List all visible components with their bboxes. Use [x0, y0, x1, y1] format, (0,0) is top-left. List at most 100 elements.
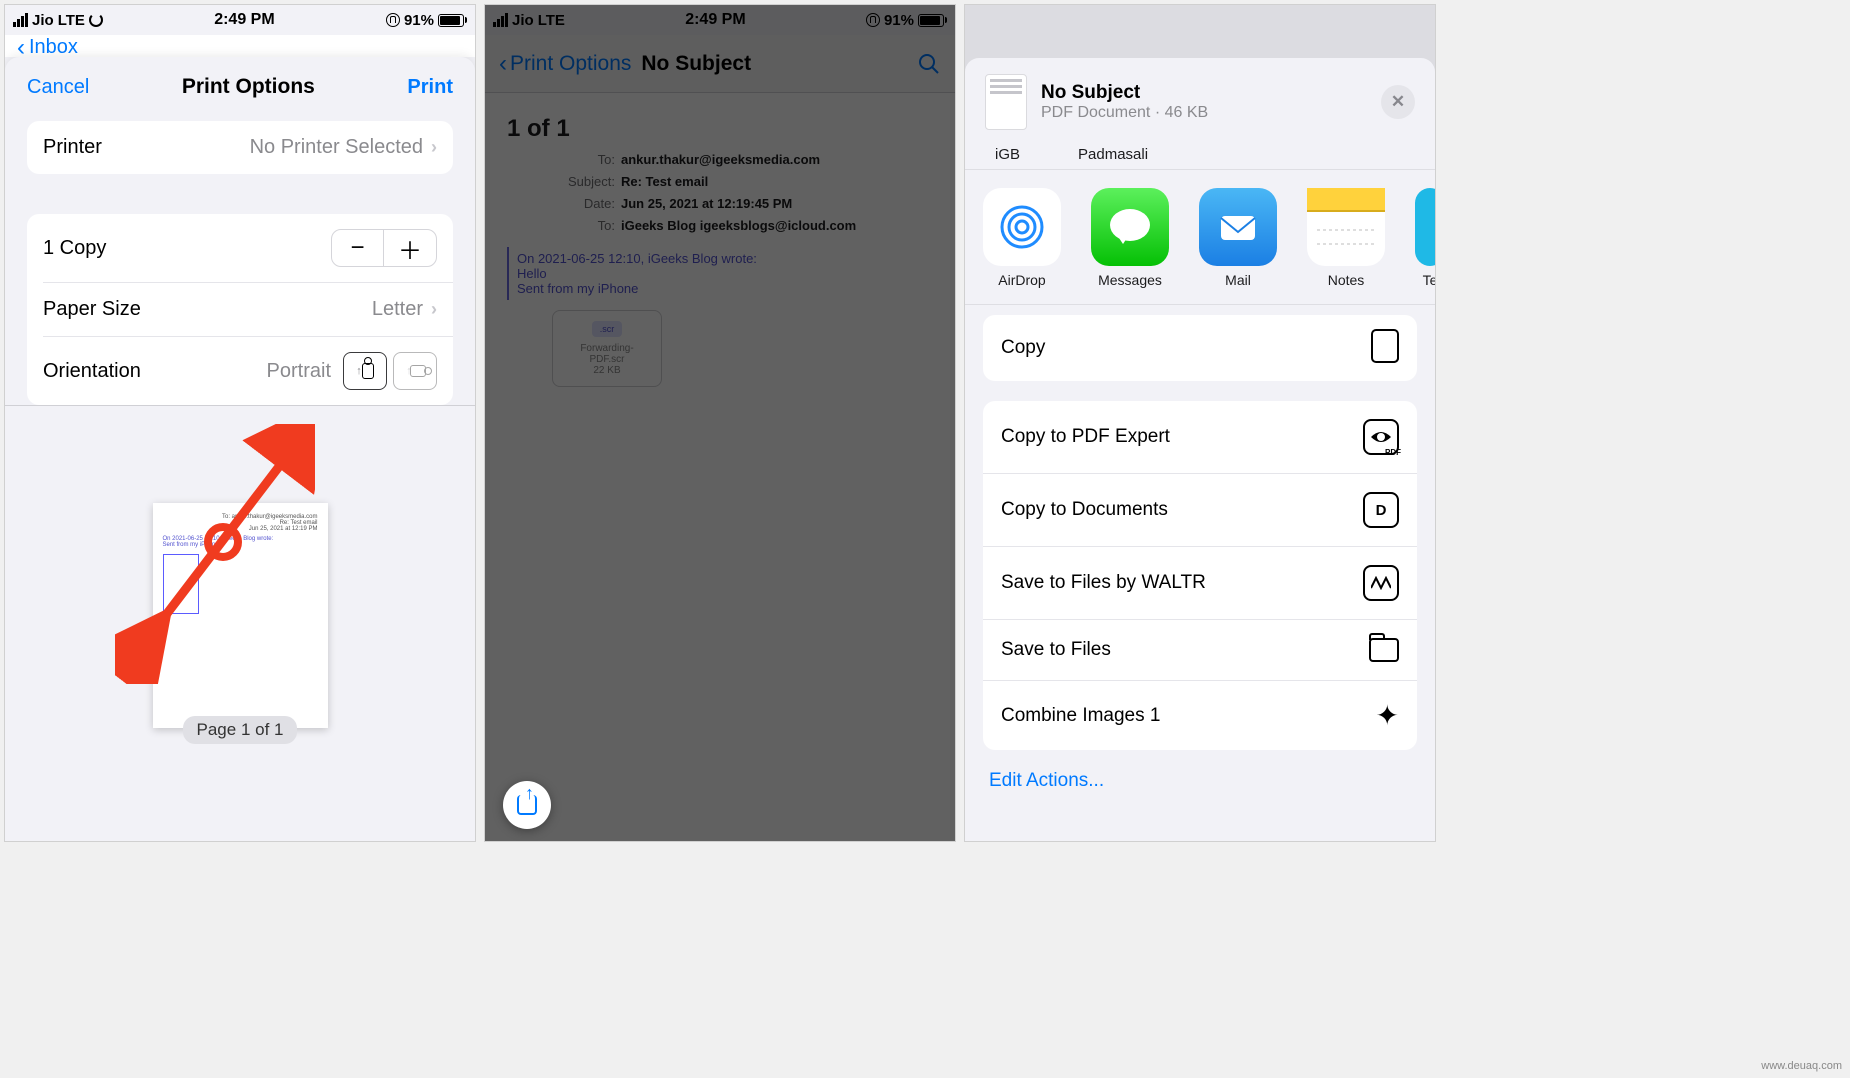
network-label: LTE — [538, 12, 565, 29]
attachment-box: .scr Forwarding-PDF.scr 22 KB — [552, 310, 662, 387]
notes-icon — [1307, 188, 1385, 266]
document-subtitle: PDF Document · 46 KB — [1041, 104, 1208, 122]
copies-stepper[interactable]: − ＋ — [331, 229, 437, 267]
action-save-files[interactable]: Save to Files — [983, 619, 1417, 680]
print-button[interactable]: Print — [407, 76, 453, 99]
action-label: Combine Images 1 — [1001, 705, 1160, 727]
share-mail[interactable]: Mail — [1199, 188, 1277, 288]
share-airdrop[interactable]: AirDrop — [983, 188, 1061, 288]
action-waltr[interactable]: Save to Files by WALTR — [983, 546, 1417, 619]
document-title: No Subject — [1041, 82, 1208, 104]
page-count-badge: Page 1 of 1 — [183, 716, 298, 744]
copy-icon — [1375, 333, 1399, 363]
messages-icon — [1091, 188, 1169, 266]
minus-button[interactable]: − — [332, 230, 384, 266]
battery-icon — [438, 14, 467, 27]
mail-icon — [1199, 188, 1277, 266]
paper-size-label: Paper Size — [43, 298, 141, 321]
paper-size-value: Letter — [372, 298, 423, 321]
quoted-reply: On 2021-06-25 12:10, iGeeks Blog wrote: … — [507, 247, 767, 300]
cancel-button[interactable]: Cancel — [27, 76, 89, 99]
printer-card[interactable]: Printer No Printer Selected › — [27, 121, 453, 174]
orientation-segmented[interactable]: ↑ ↑ — [343, 352, 437, 390]
rotation-lock-icon — [386, 13, 400, 27]
chevron-right-icon: › — [431, 299, 437, 320]
edit-actions-link[interactable]: Edit Actions... — [965, 760, 1435, 810]
actions-card: Copy to PDF Expert PDF Copy to Documents… — [983, 401, 1417, 750]
close-button[interactable]: ✕ — [1381, 85, 1415, 119]
sheet-header: No Subject PDF Document · 46 KB ✕ — [965, 58, 1435, 144]
screen-pdf-quicklook: Jio LTE 2:49 PM 91% ‹ Print Options No S… — [484, 4, 956, 842]
orientation-row: Orientation Portrait ↑ ↑ — [27, 337, 453, 405]
action-pdf-expert[interactable]: Copy to PDF Expert PDF — [983, 401, 1417, 473]
paper-size-row[interactable]: Paper Size Letter › — [27, 283, 453, 336]
person-icon — [410, 365, 426, 377]
share-targets-row[interactable]: AirDrop Messages Mail Notes — [965, 170, 1435, 304]
action-label: Copy to Documents — [1001, 499, 1168, 521]
close-icon: ✕ — [1391, 92, 1405, 112]
share-icon: ↑ — [517, 795, 537, 815]
rotation-lock-icon — [866, 13, 880, 27]
search-icon[interactable] — [917, 52, 941, 76]
back-label: Print Options — [510, 52, 631, 76]
folder-icon — [1369, 638, 1399, 662]
contact-item[interactable]: iGB — [995, 146, 1020, 163]
orientation-value: Portrait — [267, 360, 331, 383]
back-inbox-link[interactable]: Inbox — [29, 36, 78, 59]
printer-row: Printer No Printer Selected › — [27, 121, 453, 174]
pdf-expert-icon: PDF — [1363, 419, 1399, 455]
share-more[interactable]: Te — [1415, 188, 1435, 288]
copy-action-card: Copy — [983, 315, 1417, 381]
copies-label: 1 Copy — [43, 237, 106, 260]
share-notes[interactable]: Notes — [1307, 188, 1385, 288]
pdf-page-content[interactable]: 1 of 1 To:ankur.thakur@igeeksmedia.com S… — [485, 93, 955, 841]
print-preview[interactable]: To: ankur.thakur@igeeksmedia.com Re: Tes… — [5, 405, 475, 841]
share-messages[interactable]: Messages — [1091, 188, 1169, 288]
modal-title: Print Options — [182, 75, 315, 99]
waltr-icon — [1363, 565, 1399, 601]
screen-share-sheet: Jio LTE 2:49 PM 91% No Subject PDF Docum… — [964, 4, 1436, 842]
battery-percent: 91% — [404, 12, 434, 29]
print-settings-card: 1 Copy − ＋ Paper Size Letter › Orientati… — [27, 214, 453, 405]
portrait-button[interactable]: ↑ — [343, 352, 387, 390]
copies-row: 1 Copy − ＋ — [27, 214, 453, 282]
documents-app-icon: D — [1363, 492, 1399, 528]
action-label: Copy to PDF Expert — [1001, 426, 1170, 448]
clock-time: 2:49 PM — [214, 11, 274, 29]
quicklook-title: No Subject — [641, 52, 751, 76]
landscape-button[interactable]: ↑ — [393, 352, 437, 390]
carrier-label: Jio — [512, 12, 534, 29]
plus-button[interactable]: ＋ — [384, 230, 436, 266]
puzzle-icon: ✦ — [1376, 699, 1399, 732]
copy-action[interactable]: Copy — [983, 315, 1417, 381]
pinch-zoom-annotation-icon — [115, 424, 315, 684]
battery-icon — [918, 14, 947, 27]
action-combine-images[interactable]: Combine Images 1 ✦ — [983, 680, 1417, 750]
page-counter: 1 of 1 — [507, 115, 933, 143]
action-label: Copy — [1001, 337, 1045, 359]
status-bar: Jio LTE 2:49 PM 91% — [5, 5, 475, 35]
back-print-options[interactable]: ‹ Print Options — [499, 52, 631, 76]
cell-signal-icon — [13, 13, 28, 27]
status-bar: Jio LTE 2:49 PM 91% — [485, 5, 955, 35]
orientation-label: Orientation — [43, 360, 141, 383]
contact-suggestions[interactable]: iGB Padmasali — [965, 144, 1435, 169]
battery-percent: 91% — [884, 12, 914, 29]
airdrop-icon — [983, 188, 1061, 266]
share-sheet: No Subject PDF Document · 46 KB ✕ iGB Pa… — [965, 58, 1435, 841]
share-button[interactable]: ↑ — [503, 781, 551, 829]
document-thumbnail-icon — [985, 74, 1027, 130]
print-options-modal: Cancel Print Options Print Printer No Pr… — [5, 57, 475, 841]
chevron-left-icon: ‹ — [17, 36, 25, 60]
action-label: Save to Files — [1001, 639, 1111, 661]
loading-spinner-icon — [89, 13, 103, 27]
action-documents[interactable]: Copy to Documents D — [983, 473, 1417, 546]
modal-header: Cancel Print Options Print — [5, 57, 475, 121]
app-icon — [1415, 188, 1435, 266]
person-icon — [362, 363, 374, 379]
chevron-left-icon: ‹ — [499, 52, 507, 76]
contact-item[interactable]: Padmasali — [1078, 146, 1148, 163]
printer-value: No Printer Selected — [250, 136, 423, 159]
clock-time: 2:49 PM — [685, 11, 745, 29]
action-label: Save to Files by WALTR — [1001, 572, 1206, 594]
